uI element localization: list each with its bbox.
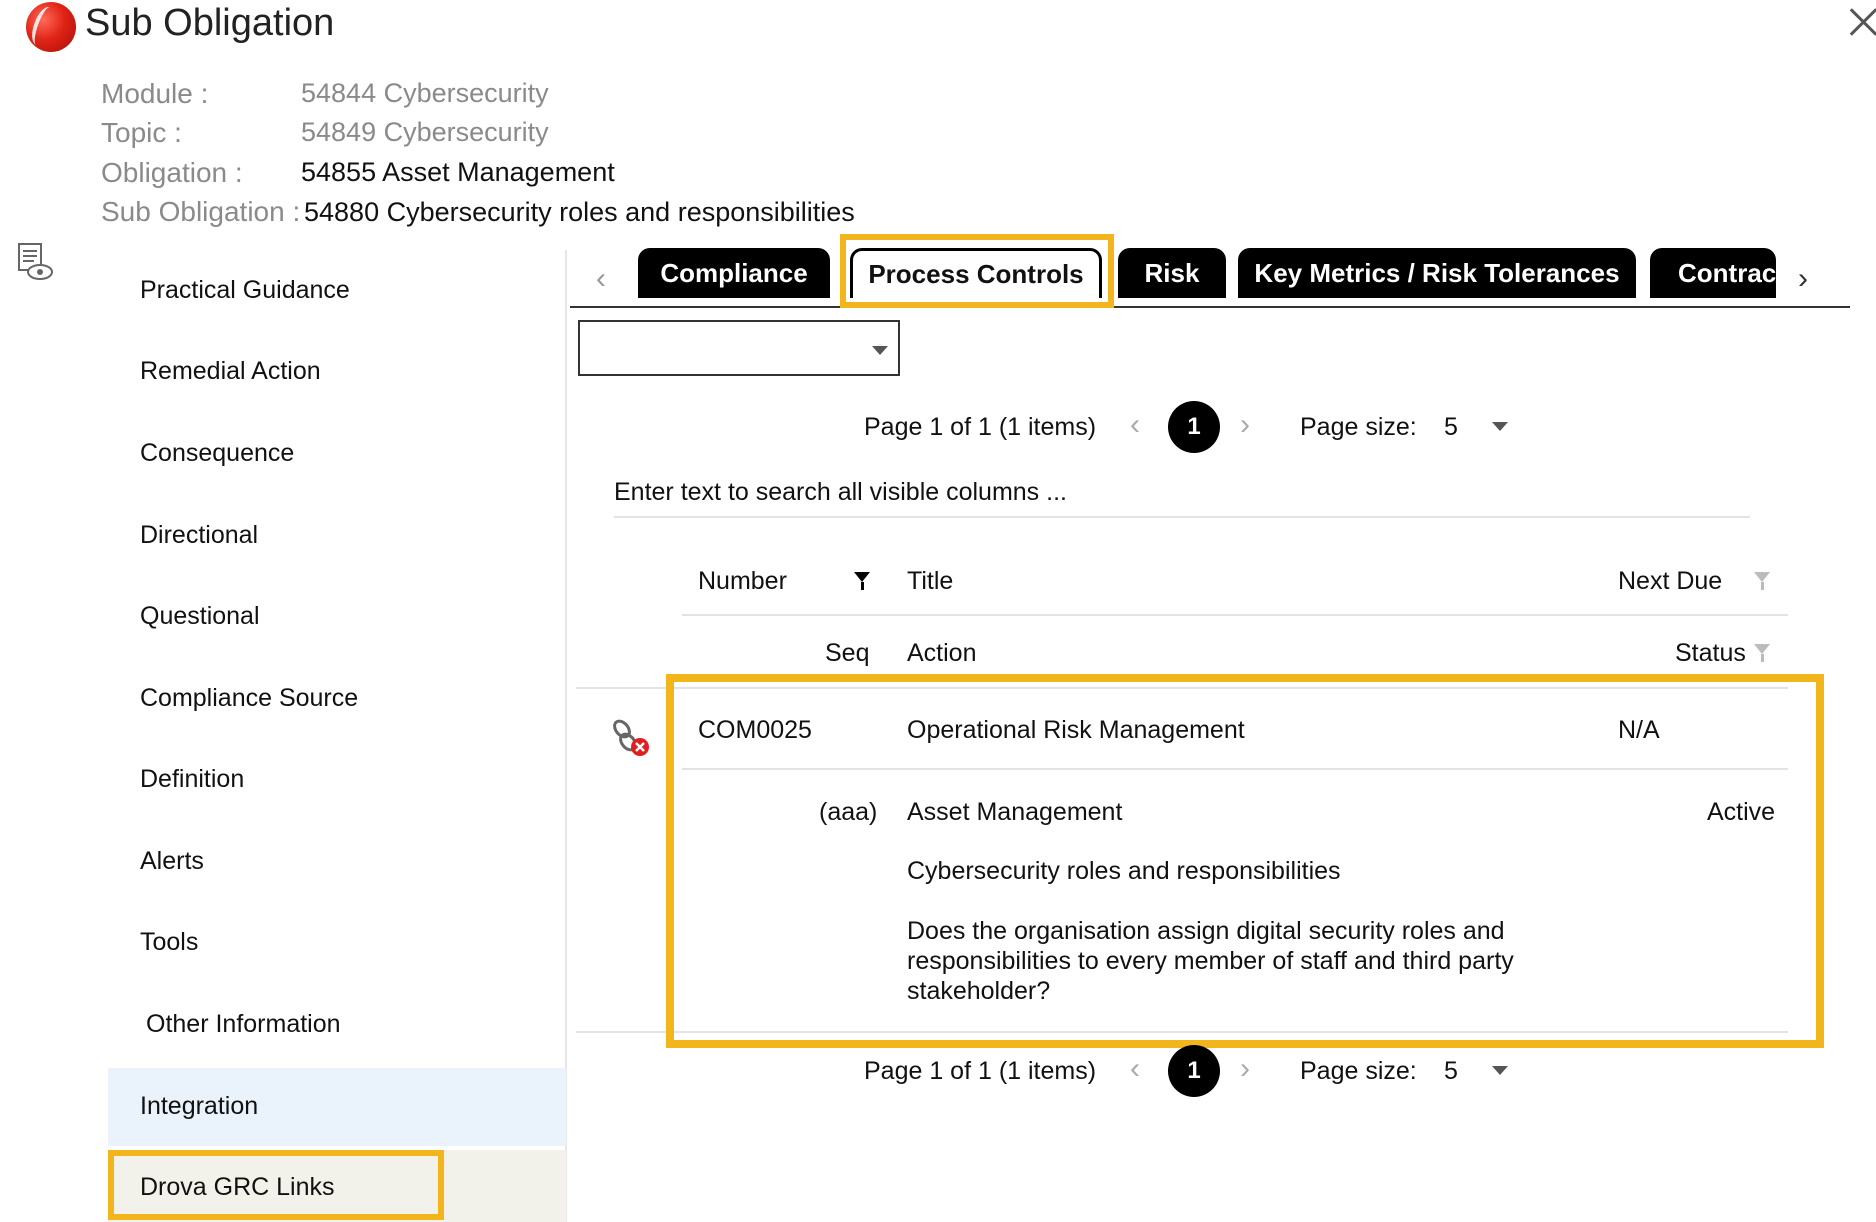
- tab-underline: [570, 306, 840, 308]
- topic-value: 54849 Cybersecurity: [301, 117, 549, 147]
- tab-contract[interactable]: Contract: [1650, 248, 1776, 298]
- sidebar-item-consequence[interactable]: Consequence: [140, 439, 294, 468]
- pager-next-icon[interactable]: ›: [1240, 408, 1250, 442]
- tab-key-metrics[interactable]: Key Metrics / Risk Tolerances: [1238, 248, 1636, 298]
- tab-underline-right: [1114, 306, 1850, 308]
- pager-prev-bottom-icon[interactable]: ‹: [1130, 1052, 1140, 1086]
- unlink-icon[interactable]: [608, 716, 652, 760]
- sidebar-item-definition[interactable]: Definition: [140, 765, 244, 794]
- sidebar-item-drova-grc-links[interactable]: Drova GRC Links: [140, 1173, 335, 1202]
- sidebar-item-tools[interactable]: Tools: [140, 928, 198, 957]
- module-label: Module :: [101, 78, 209, 109]
- obligation-value: 54855 Asset Management: [301, 157, 615, 187]
- tab-compliance[interactable]: Compliance: [638, 248, 830, 298]
- sub-obligation-value: 54880 Cybersecurity roles and responsibi…: [304, 197, 855, 227]
- status-filter-icon[interactable]: [1754, 644, 1770, 662]
- page-size-label-bottom: Page size:: [1300, 1057, 1417, 1085]
- col-header-seq[interactable]: Seq: [825, 639, 869, 668]
- sidebar-item-integration[interactable]: Integration: [140, 1092, 258, 1121]
- document-view-icon[interactable]: [16, 242, 56, 282]
- topic-label: Topic :: [101, 117, 182, 148]
- tab-scroll-left-icon[interactable]: ‹: [596, 262, 606, 296]
- obligation-label: Obligation :: [101, 157, 243, 188]
- col-header-status[interactable]: Status: [1675, 639, 1746, 668]
- col-header-action[interactable]: Action: [907, 639, 976, 668]
- pager-page-bottom-button[interactable]: 1: [1168, 1045, 1220, 1097]
- col-header-number[interactable]: Number: [698, 567, 787, 596]
- col-header-next-due[interactable]: Next Due: [1618, 567, 1722, 596]
- app-logo: [26, 2, 76, 52]
- close-icon[interactable]: [1848, 6, 1876, 36]
- filter-dropdown[interactable]: [578, 320, 900, 376]
- sidebar-item-directional[interactable]: Directional: [140, 521, 258, 550]
- sidebar-item-questional[interactable]: Questional: [140, 602, 260, 631]
- tab-risk[interactable]: Risk: [1118, 248, 1226, 298]
- row-highlight-box: [666, 674, 1824, 1048]
- search-underline: [614, 516, 1750, 518]
- module-value: 54844 Cybersecurity: [301, 78, 549, 108]
- pager-summary-bottom: Page 1 of 1 (1 items): [864, 1057, 1097, 1085]
- page-size-bottom-chevron-down-icon[interactable]: [1492, 1066, 1508, 1075]
- chevron-down-icon: [872, 346, 888, 355]
- pager-summary-top: Page 1 of 1 (1 items): [864, 413, 1097, 441]
- sidebar-item-alerts[interactable]: Alerts: [140, 847, 204, 876]
- window-title: Sub Obligation: [85, 2, 335, 44]
- sidebar-item-practical-guidance[interactable]: Practical Guidance: [140, 276, 350, 305]
- header-divider: [682, 614, 1788, 616]
- pager-prev-icon[interactable]: ‹: [1130, 408, 1140, 442]
- next-due-filter-icon[interactable]: [1754, 572, 1770, 590]
- col-header-title[interactable]: Title: [907, 567, 953, 596]
- page-size-value[interactable]: 5: [1444, 413, 1458, 442]
- sidebar-item-other-information[interactable]: Other Information: [146, 1010, 341, 1039]
- sidebar-item-remedial-action[interactable]: Remedial Action: [140, 357, 321, 386]
- search-input[interactable]: Enter text to search all visible columns…: [614, 478, 1067, 507]
- number-filter-icon[interactable]: [854, 572, 870, 590]
- sub-obligation-label: Sub Obligation :: [101, 196, 301, 227]
- page-size-value-bottom[interactable]: 5: [1444, 1057, 1458, 1086]
- pager-next-bottom-icon[interactable]: ›: [1240, 1052, 1250, 1086]
- process-controls-highlight-box: [840, 234, 1114, 308]
- tab-scroll-right-icon[interactable]: ›: [1798, 262, 1808, 296]
- page-size-label: Page size:: [1300, 413, 1417, 441]
- sidebar-item-compliance-source[interactable]: Compliance Source: [140, 684, 358, 713]
- pager-page-button[interactable]: 1: [1168, 401, 1220, 453]
- page-size-chevron-down-icon[interactable]: [1492, 422, 1508, 431]
